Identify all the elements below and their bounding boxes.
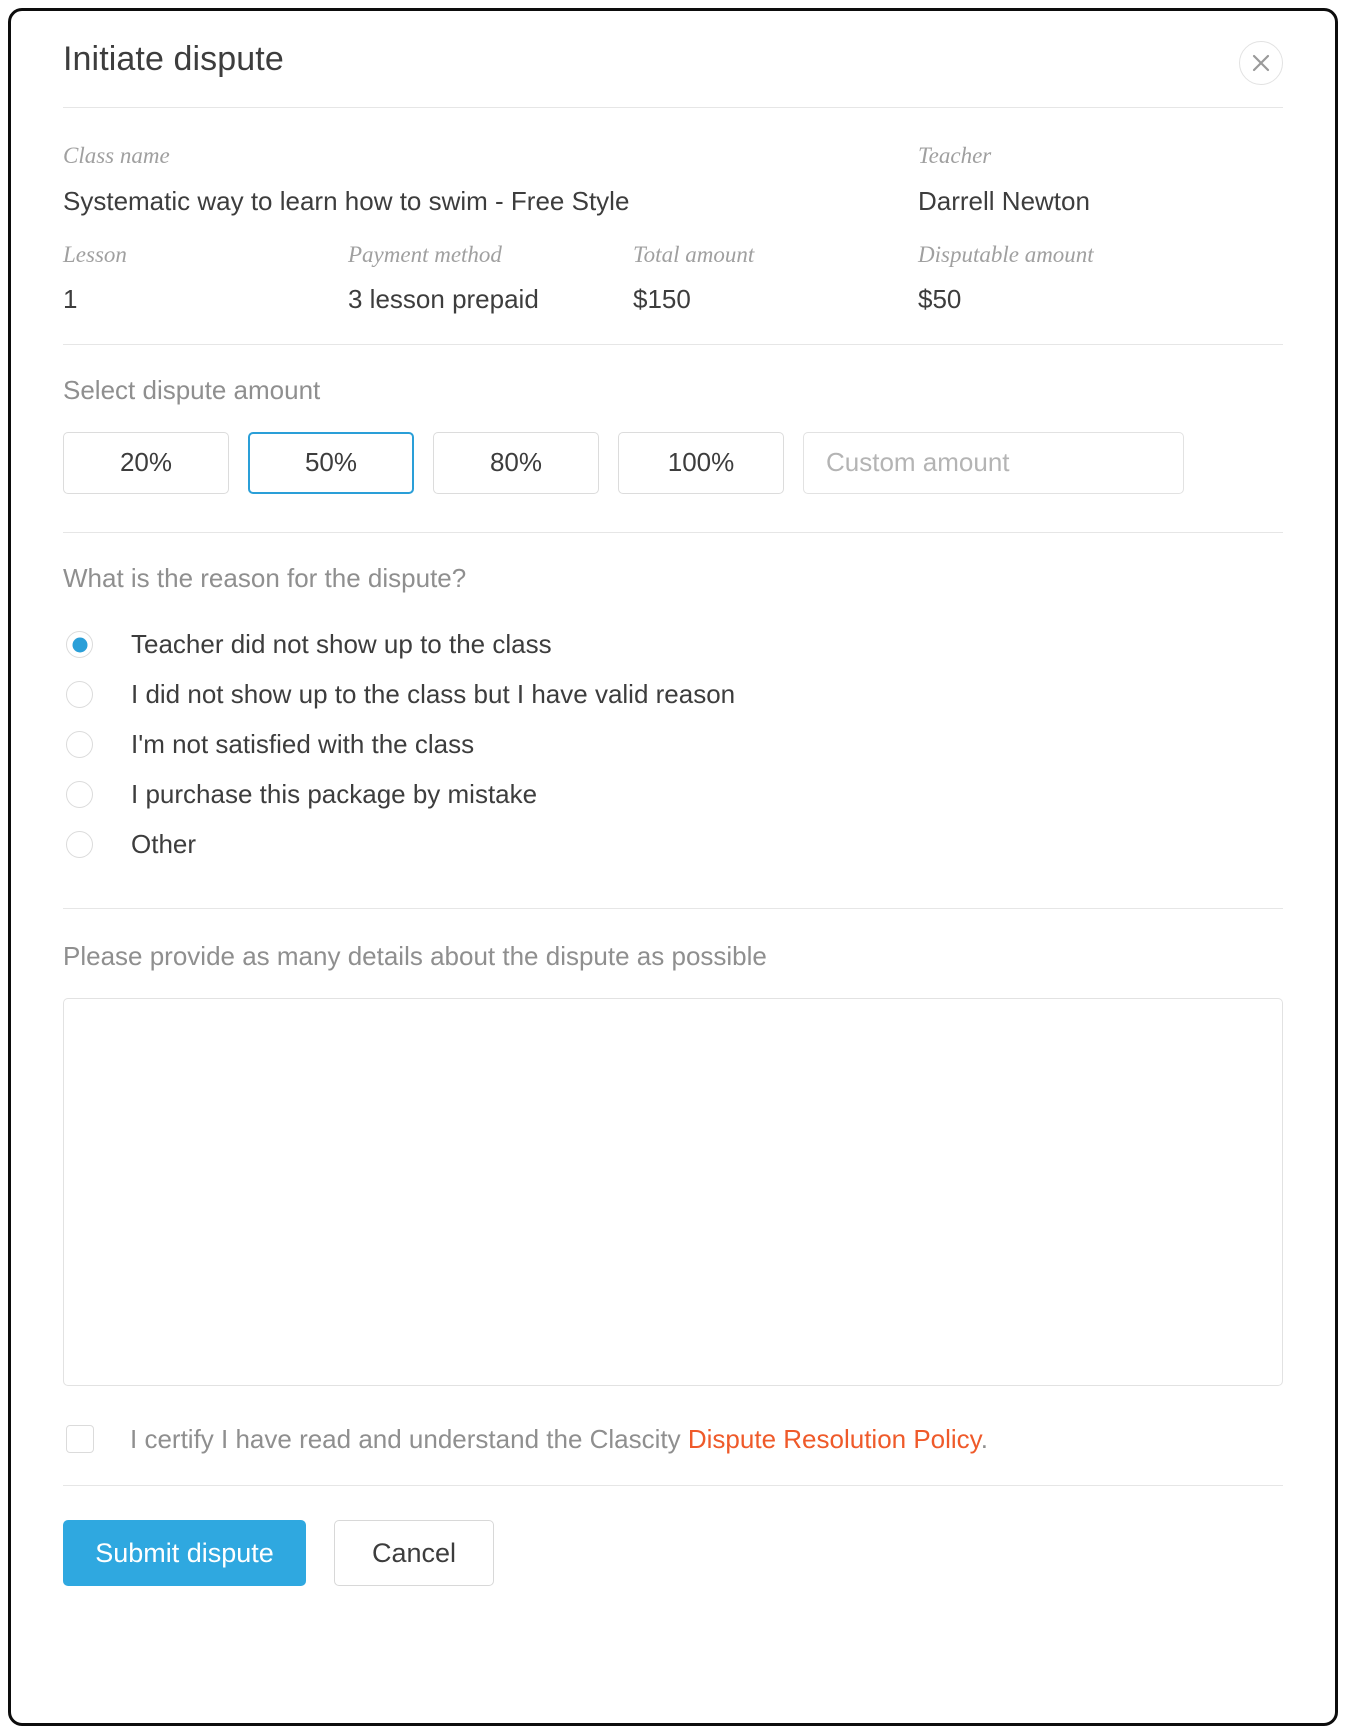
- dispute-reason-label: What is the reason for the dispute?: [63, 562, 467, 593]
- total-amount-cell: Total amount $150: [633, 241, 918, 316]
- reason-option-label: Teacher did not show up to the class: [131, 629, 552, 660]
- modal-footer: Submit dispute Cancel: [63, 1520, 1283, 1587]
- class-name-cell: Class name Systematic way to learn how t…: [63, 142, 918, 217]
- reason-option-label: I purchase this package by mistake: [131, 779, 538, 810]
- radio-icon[interactable]: [66, 731, 93, 759]
- payment-method-cell: Payment method 3 lesson prepaid: [348, 241, 633, 316]
- close-button[interactable]: [1239, 41, 1283, 85]
- cancel-button[interactable]: Cancel: [334, 1520, 494, 1587]
- radio-icon[interactable]: [66, 831, 93, 859]
- certify-text-after: .: [980, 1423, 988, 1454]
- amount-option-20[interactable]: 20%: [63, 431, 229, 494]
- certify-row[interactable]: I certify I have read and understand the…: [63, 1417, 1283, 1461]
- total-amount-value: $150: [633, 284, 691, 315]
- reason-option-self-no-show[interactable]: I did not show up to the class but I hav…: [63, 670, 1283, 720]
- lesson-value: 1: [63, 284, 78, 315]
- amount-option-80[interactable]: 80%: [433, 431, 599, 494]
- lesson-label: Lesson: [63, 241, 127, 267]
- reason-option-label: Other: [131, 829, 197, 860]
- dispute-details-label: Please provide as many details about the…: [63, 940, 767, 971]
- disputable-amount-cell: Disputable amount $50: [918, 241, 1203, 316]
- teacher-cell: Teacher Darrell Newton: [918, 142, 1203, 217]
- reason-option-label: I did not show up to the class but I hav…: [131, 679, 736, 710]
- reason-option-teacher-no-show[interactable]: Teacher did not show up to the class: [63, 620, 1283, 670]
- certify-checkbox[interactable]: [66, 1425, 94, 1454]
- info-row-bottom: Lesson 1 Payment method 3 lesson prepaid…: [63, 241, 1283, 316]
- payment-method-value: 3 lesson prepaid: [348, 284, 539, 315]
- dispute-details-textarea[interactable]: [63, 998, 1283, 1387]
- page-title: Initiate dispute: [63, 39, 284, 78]
- class-name-label: Class name: [63, 143, 170, 168]
- radio-icon[interactable]: [66, 781, 93, 809]
- lesson-cell: Lesson 1: [63, 241, 348, 316]
- submit-dispute-button[interactable]: Submit dispute: [63, 1520, 306, 1587]
- teacher-value: Darrell Newton: [918, 185, 1090, 216]
- dispute-reason-section: What is the reason for the dispute? Teac…: [63, 533, 1283, 909]
- reason-option-label: I'm not satisfied with the class: [131, 729, 475, 760]
- dispute-resolution-policy-link[interactable]: Dispute Resolution Policy: [688, 1424, 981, 1454]
- teacher-label: Teacher: [918, 143, 992, 168]
- reason-option-purchase-mistake[interactable]: I purchase this package by mistake: [63, 770, 1283, 820]
- total-amount-label: Total amount: [633, 241, 755, 267]
- reason-option-other[interactable]: Other: [63, 820, 1283, 870]
- modal-header: Initiate dispute: [63, 11, 1283, 107]
- dispute-amount-options: 20% 50% 80% 100%: [63, 431, 1283, 494]
- radio-icon[interactable]: [66, 631, 93, 659]
- payment-method-label: Payment method: [348, 241, 502, 267]
- dispute-details-section: Please provide as many details about the…: [63, 909, 1283, 1391]
- disputable-amount-label: Disputable amount: [918, 241, 1094, 267]
- close-icon: [1250, 52, 1272, 74]
- dispute-amount-section: Select dispute amount 20% 50% 80% 100%: [63, 345, 1283, 533]
- certify-text: I certify I have read and understand the…: [130, 1424, 988, 1455]
- custom-amount-input[interactable]: [803, 431, 1184, 494]
- class-info-block: Class name Systematic way to learn how t…: [63, 108, 1283, 344]
- radio-icon[interactable]: [66, 681, 93, 709]
- class-name-value: Systematic way to learn how to swim - Fr…: [63, 185, 630, 216]
- info-row-top: Class name Systematic way to learn how t…: [63, 142, 1283, 217]
- dispute-amount-label: Select dispute amount: [63, 374, 321, 405]
- amount-option-50[interactable]: 50%: [248, 431, 414, 494]
- certify-text-before: I certify I have read and understand the…: [130, 1423, 681, 1454]
- amount-option-100[interactable]: 100%: [618, 431, 784, 494]
- footer-divider: [63, 1485, 1283, 1487]
- disputable-amount-value: $50: [918, 284, 962, 315]
- dispute-modal: Initiate dispute Class name Systematic w…: [8, 8, 1338, 1726]
- reason-option-not-satisfied[interactable]: I'm not satisfied with the class: [63, 720, 1283, 770]
- reason-radio-group: Teacher did not show up to the class I d…: [63, 620, 1283, 870]
